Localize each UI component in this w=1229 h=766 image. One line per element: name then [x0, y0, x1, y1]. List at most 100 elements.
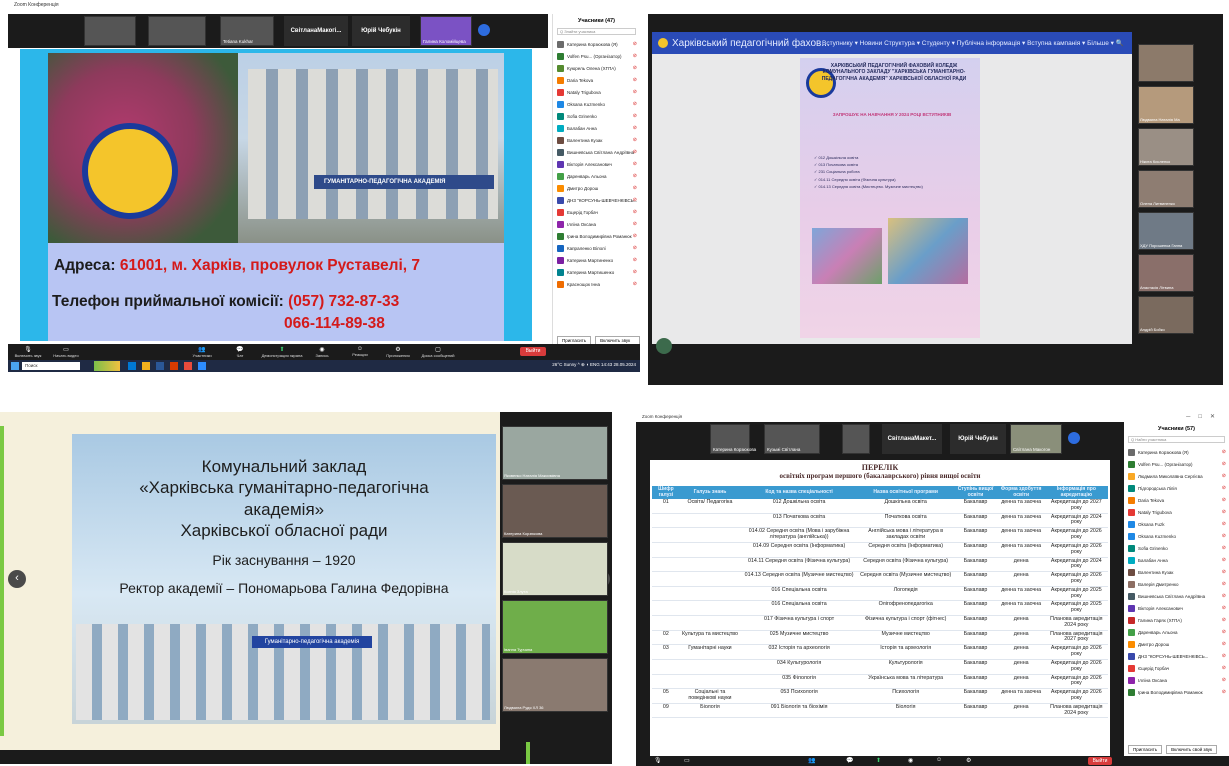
mute-all-button[interactable]: Включить свой звук — [1166, 745, 1217, 754]
participant-list-item[interactable]: Nataly Trigubova ⊘ — [553, 86, 640, 98]
windows-start-icon[interactable] — [11, 362, 19, 370]
record-icon[interactable]: ◉ — [908, 757, 913, 764]
participant-list-item[interactable]: Ілліна Оксана ⊘ — [553, 218, 640, 230]
powerpoint-icon[interactable] — [170, 362, 178, 370]
chrome-icon[interactable] — [184, 362, 192, 370]
muted-mic-icon[interactable]: ⊘ — [633, 125, 637, 131]
muted-mic-icon[interactable]: ⊘ — [633, 149, 637, 155]
participant-list-item[interactable]: Вікторія Алексанович ⊘ — [553, 158, 640, 170]
muted-mic-icon[interactable]: ⊘ — [1222, 461, 1226, 467]
next-page-icon[interactable] — [1068, 432, 1080, 444]
participant-list-item[interactable]: Ещерід Горбач ⊘ — [553, 206, 640, 218]
chat-icon[interactable]: 💬 — [846, 757, 853, 764]
participant-list-item[interactable]: Людмила Миколаївна Сергієва ⊘ — [1124, 470, 1229, 482]
participant-list-item[interactable]: Валентина Кузак ⊘ — [1124, 566, 1229, 578]
muted-mic-icon[interactable]: ⊘ — [1222, 449, 1226, 455]
participant-list-item[interactable]: Sofia Grinenko ⊘ — [553, 110, 640, 122]
participant-video[interactable]: Людмила Рудя ХЛ 36 — [502, 658, 608, 712]
share-icon[interactable]: ⬆ — [876, 757, 881, 764]
participant-list-item[interactable]: Volfen Psu... (Організатор) ⊘ — [553, 50, 640, 62]
muted-mic-icon[interactable]: ⊘ — [1222, 593, 1226, 599]
participant-list-item[interactable]: Вишневська Світлана Андріївна ⊘ — [1124, 590, 1229, 602]
participant-video[interactable] — [842, 424, 870, 454]
muted-mic-icon[interactable]: ⊘ — [633, 197, 637, 203]
participant-video[interactable]: Кузьмі Світлана — [764, 424, 820, 454]
edit-icon[interactable] — [656, 338, 672, 354]
muted-mic-icon[interactable]: ⊘ — [1222, 557, 1226, 563]
smile-icon[interactable]: ☺ — [936, 757, 942, 763]
leave-button[interactable]: Выйти — [520, 347, 546, 356]
participant-list-item[interactable]: Ілліна Оксана ⊘ — [1124, 674, 1229, 686]
muted-mic-icon[interactable]: ⊘ — [633, 89, 637, 95]
participant-name-tile[interactable]: Юрій Чебукін — [950, 424, 1006, 454]
muted-mic-icon[interactable]: ⊘ — [1222, 473, 1226, 479]
participant-list-item[interactable]: Вікторія Алексанович ⊘ — [1124, 602, 1229, 614]
participant-video[interactable]: Катерина Корзюкова — [502, 484, 608, 538]
participant-list-item[interactable]: Підгородська Лілія ⊘ — [1124, 482, 1229, 494]
participant-list-item[interactable]: ДНЗ "КОРСУНЬ-ШЕВЧЕНКІВСЬ... ⊘ — [1124, 650, 1229, 662]
participant-list-item[interactable]: Ірина Володимирівна Романюк ⊘ — [1124, 686, 1229, 698]
invite-button[interactable]: Пригласить — [1128, 745, 1163, 754]
participant-list-item[interactable]: Nataly Trigubova ⊘ — [1124, 506, 1229, 518]
muted-mic-icon[interactable]: ⊘ — [1222, 569, 1226, 575]
participant-video[interactable] — [148, 16, 206, 46]
participant-name-tile[interactable]: Юрій Чебукін — [352, 16, 410, 46]
muted-mic-icon[interactable]: ⊘ — [633, 65, 637, 71]
participant-list-item[interactable]: Oksana Kuzmenko ⊘ — [553, 98, 640, 110]
muted-mic-icon[interactable]: ⊘ — [633, 113, 637, 119]
edge-icon[interactable] — [128, 362, 136, 370]
system-tray[interactable]: 26°C Sunny ^ ⊕ ◖ ENG 14:43 28.05.2024 — [552, 362, 636, 368]
next-page-icon[interactable] — [478, 24, 490, 36]
share-screen-button[interactable]: ⬆ Демонстрация экрана — [260, 346, 304, 358]
people-icon[interactable]: 👥 — [808, 757, 815, 764]
video-button[interactable]: ▭ Начать видео — [48, 346, 84, 358]
participant-avatar-tile[interactable]: Галина Коломійцева — [420, 16, 472, 46]
participant-list-item[interactable]: Ірина Володимирівна Романюк ⊘ — [553, 230, 640, 242]
participant-video[interactable]: ХДУ Порошенка Ганна — [1138, 212, 1194, 250]
muted-mic-icon[interactable]: ⊘ — [633, 173, 637, 179]
muted-mic-icon[interactable]: ⊘ — [633, 77, 637, 83]
muted-mic-icon[interactable]: ⊘ — [633, 269, 637, 275]
participant-video[interactable]: Олена Литвиненко — [1138, 170, 1194, 208]
participant-video[interactable]: Анастасія Літвина — [1138, 254, 1194, 292]
participant-list-item[interactable]: Sofia Grinenko ⊘ — [1124, 542, 1229, 554]
muted-mic-icon[interactable]: ⊘ — [1222, 521, 1226, 527]
weather-widget-icon[interactable] — [94, 361, 120, 371]
muted-mic-icon[interactable]: ⊘ — [633, 233, 637, 239]
participant-list-item[interactable]: Катерина Корзюкова (Я) ⊘ — [553, 38, 640, 50]
participant-list-item[interactable]: Дмитро Дорош ⊘ — [1124, 638, 1229, 650]
participant-video[interactable]: Катерина Корзюкова — [710, 424, 756, 454]
participant-list-item[interactable]: Валерія Дмитренко ⊘ — [1124, 578, 1229, 590]
mic-button[interactable]: 🎙 Включить звук — [10, 346, 46, 358]
participant-list-item[interactable]: Єщерід Горбач ⊘ — [1124, 662, 1229, 674]
apps-icon[interactable]: ⚙ — [966, 757, 971, 764]
muted-mic-icon[interactable]: ⊘ — [633, 185, 637, 191]
muted-mic-icon[interactable]: ⊘ — [1222, 653, 1226, 659]
muted-mic-icon[interactable]: ⊘ — [1222, 509, 1226, 515]
participant-video[interactable]: Андрій Бойко — [1138, 296, 1194, 334]
participant-list-item[interactable]: Валентина Кузак ⊘ — [553, 134, 640, 146]
participant-list-item[interactable]: Oksana Fuzk ⊘ — [1124, 518, 1229, 530]
reactions-button[interactable]: ☺ Реакции — [342, 346, 378, 357]
participant-list-item[interactable]: Катерина Мартиненко ⊘ — [553, 254, 640, 266]
participant-name-tile[interactable]: СвітланаМакогі... — [284, 16, 348, 46]
participant-list-item[interactable]: Daria Tekova ⊘ — [1124, 494, 1229, 506]
participant-list-item[interactable]: Вишневська Світлана Андріївна ⊘ — [553, 146, 640, 158]
muted-mic-icon[interactable]: ⊘ — [1222, 641, 1226, 647]
muted-mic-icon[interactable]: ⊘ — [633, 221, 637, 227]
participant-video[interactable] — [1138, 44, 1194, 82]
chat-button[interactable]: 💬 Чат — [222, 346, 258, 358]
muted-mic-icon[interactable]: ⊘ — [633, 101, 637, 107]
muted-mic-icon[interactable]: ⊘ — [633, 257, 637, 263]
participant-video[interactable] — [84, 16, 136, 46]
participant-list-item[interactable]: Краснощок Інна ⊘ — [553, 278, 640, 290]
leave-button[interactable]: Выйти — [1088, 757, 1112, 765]
muted-mic-icon[interactable]: ⊘ — [1222, 677, 1226, 683]
muted-mic-icon[interactable]: ⊘ — [1222, 689, 1226, 695]
participant-list-item[interactable]: Daria Tekova ⊘ — [553, 74, 640, 86]
site-logo-icon[interactable] — [658, 38, 668, 48]
whiteboard-button[interactable]: ▢ Доска сообщений — [418, 346, 458, 358]
muted-mic-icon[interactable]: ⊘ — [633, 245, 637, 251]
muted-mic-icon[interactable]: ⊘ — [633, 41, 637, 47]
muted-mic-icon[interactable]: ⊘ — [633, 137, 637, 143]
